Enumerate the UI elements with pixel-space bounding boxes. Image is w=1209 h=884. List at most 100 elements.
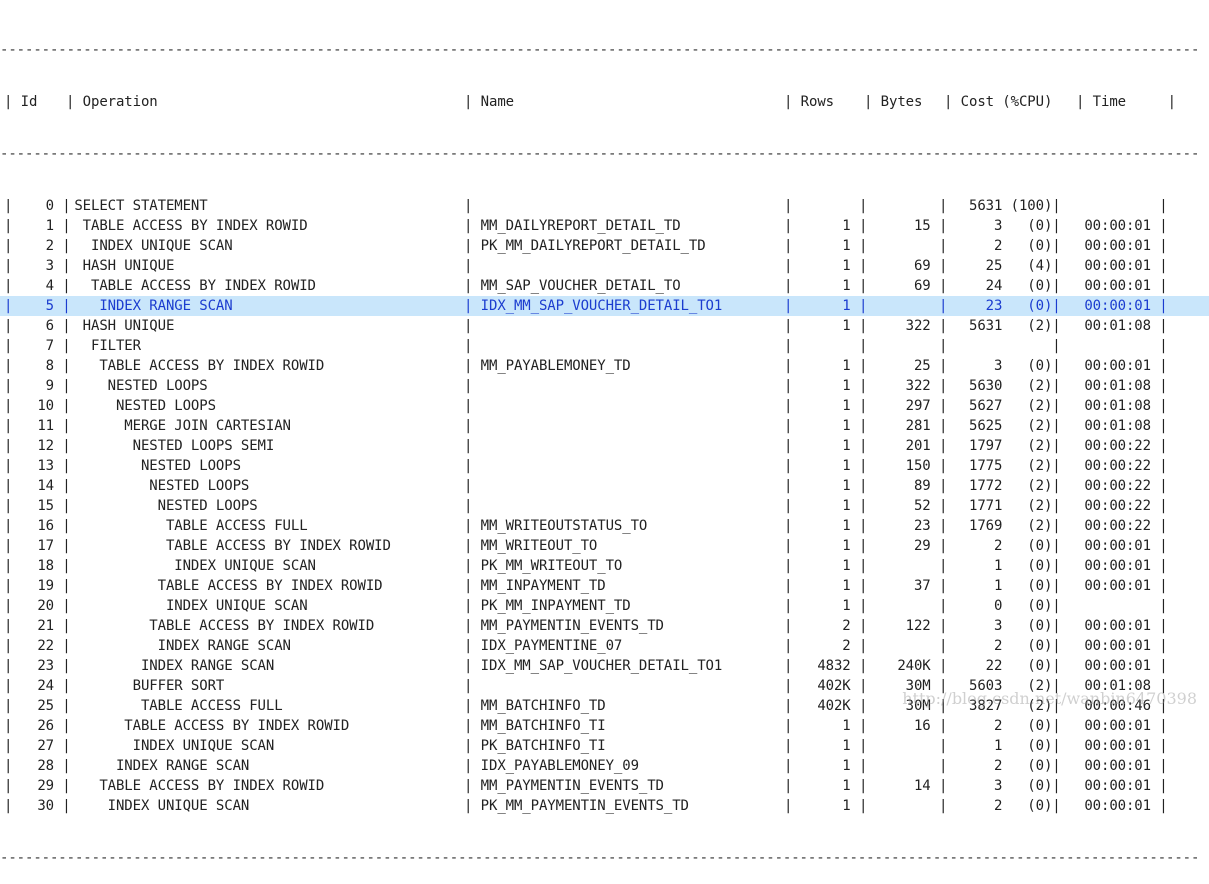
plan-row[interactable]: | 28 | INDEX RANGE SCAN | IDX_PAYABLEMONE… xyxy=(0,756,1209,776)
row-cost: 0 (0)| xyxy=(944,598,1061,614)
row-name: | IDX_MM_SAP_VOUCHER_DETAIL_TO1 xyxy=(464,298,723,314)
row-rows: | 4832 | xyxy=(784,658,868,674)
row-cost: 3 (0)| xyxy=(944,218,1061,234)
row-operation: INDEX RANGE SCAN xyxy=(66,298,233,314)
plan-row[interactable]: | 3 | HASH UNIQUE | | 1 | 69 | 25 (4)| 00… xyxy=(0,256,1209,276)
row-cost: 1 (0)| xyxy=(944,738,1061,754)
row-operation: NESTED LOOPS xyxy=(66,458,241,474)
row-bytes: 15 | xyxy=(864,218,948,234)
plan-row[interactable]: | 11 | MERGE JOIN CARTESIAN | | 1 | 281 |… xyxy=(0,416,1209,436)
plan-row[interactable]: | 2 | INDEX UNIQUE SCAN | PK_MM_DAILYREPO… xyxy=(0,236,1209,256)
row-bytes: 150 | xyxy=(864,458,948,474)
row-id: | 19 | xyxy=(4,578,71,594)
plan-row[interactable]: | 10 | NESTED LOOPS | | 1 | 297 | 5627 (2… xyxy=(0,396,1209,416)
row-operation: MERGE JOIN CARTESIAN xyxy=(66,418,291,434)
plan-row[interactable]: | 16 | TABLE ACCESS FULL | MM_WRITEOUTSTA… xyxy=(0,516,1209,536)
plan-row[interactable]: | 6 | HASH UNIQUE | | 1 | 322 | 5631 (2)|… xyxy=(0,316,1209,336)
top-divider: ----------------------------------------… xyxy=(0,42,1200,58)
row-bytes: | xyxy=(864,238,948,254)
header-time: | Time | xyxy=(1076,94,1176,110)
plan-row[interactable]: | 1 | TABLE ACCESS BY INDEX ROWID | MM_DA… xyxy=(0,216,1209,236)
row-rows: | 1 | xyxy=(784,398,868,414)
plan-row[interactable]: | 9 | NESTED LOOPS | | 1 | 322 | 5630 (2)… xyxy=(0,376,1209,396)
row-id: | 0 | xyxy=(4,198,71,214)
plan-row[interactable]: | 27 | INDEX UNIQUE SCAN | PK_BATCHINFO_T… xyxy=(0,736,1209,756)
row-operation: NESTED LOOPS xyxy=(66,398,216,414)
row-id: | 14 | xyxy=(4,478,71,494)
row-cost: 1 (0)| xyxy=(944,558,1061,574)
row-bytes: 69 | xyxy=(864,258,948,274)
row-time: 00:00:01 | xyxy=(1076,218,1168,234)
row-time: | xyxy=(1076,338,1168,354)
row-name: | xyxy=(464,378,481,394)
row-rows: | 1 | xyxy=(784,738,868,754)
row-cost: 1797 (2)| xyxy=(944,438,1061,454)
row-bytes: 29 | xyxy=(864,538,948,554)
row-time: 00:00:01 | xyxy=(1076,558,1168,574)
row-bytes: 322 | xyxy=(864,378,948,394)
plan-row[interactable]: | 22 | INDEX RANGE SCAN | IDX_PAYMENTINE_… xyxy=(0,636,1209,656)
plan-row[interactable]: | 8 | TABLE ACCESS BY INDEX ROWID | MM_PA… xyxy=(0,356,1209,376)
row-id: | 24 | xyxy=(4,678,71,694)
row-time: 00:00:01 | xyxy=(1076,258,1168,274)
plan-row[interactable]: | 18 | INDEX UNIQUE SCAN | PK_MM_WRITEOUT… xyxy=(0,556,1209,576)
row-cost: 3 (0)| xyxy=(944,618,1061,634)
plan-row[interactable]: | 23 | INDEX RANGE SCAN | IDX_MM_SAP_VOUC… xyxy=(0,656,1209,676)
row-id: | 30 | xyxy=(4,798,71,814)
row-cost: 2 (0)| xyxy=(944,538,1061,554)
plan-row[interactable]: | 7 | FILTER | | | | | | xyxy=(0,336,1209,356)
row-bytes: | xyxy=(864,598,948,614)
row-name: | MM_SAP_VOUCHER_DETAIL_TO xyxy=(464,278,681,294)
row-cost: | xyxy=(944,338,1061,354)
row-time: 00:01:08 | xyxy=(1076,378,1168,394)
row-id: | 18 | xyxy=(4,558,71,574)
row-name: | xyxy=(464,318,481,334)
row-operation: BUFFER SORT xyxy=(66,678,225,694)
row-cost: 25 (4)| xyxy=(944,258,1061,274)
row-cost: 2 (0)| xyxy=(944,798,1061,814)
row-time: 00:00:01 | xyxy=(1076,738,1168,754)
row-cost: 5631 (2)| xyxy=(944,318,1061,334)
row-rows: | 1 | xyxy=(784,298,868,314)
row-cost: 5627 (2)| xyxy=(944,398,1061,414)
row-time: 00:00:01 | xyxy=(1076,618,1168,634)
row-bytes: 322 | xyxy=(864,318,948,334)
row-operation: SELECT STATEMENT xyxy=(66,198,208,214)
row-cost: 1771 (2)| xyxy=(944,498,1061,514)
row-operation: TABLE ACCESS BY INDEX ROWID xyxy=(66,718,350,734)
plan-row[interactable]: | 20 | INDEX UNIQUE SCAN | PK_MM_INPAYMEN… xyxy=(0,596,1209,616)
plan-row[interactable]: | 0 | SELECT STATEMENT | | | | 5631 (100)… xyxy=(0,196,1209,216)
row-bytes: | xyxy=(864,738,948,754)
plan-row[interactable]: | 13 | NESTED LOOPS | | 1 | 150 | 1775 (2… xyxy=(0,456,1209,476)
row-id: | 3 | xyxy=(4,258,71,274)
plan-row[interactable]: | 5 | INDEX RANGE SCAN | IDX_MM_SAP_VOUCH… xyxy=(0,296,1209,316)
row-name: | xyxy=(464,438,481,454)
row-bytes: 122 | xyxy=(864,618,948,634)
row-time: 00:00:01 | xyxy=(1076,538,1168,554)
plan-row[interactable]: | 29 | TABLE ACCESS BY INDEX ROWID | MM_P… xyxy=(0,776,1209,796)
plan-row[interactable]: | 26 | TABLE ACCESS BY INDEX ROWID | MM_B… xyxy=(0,716,1209,736)
plan-row[interactable]: | 4 | TABLE ACCESS BY INDEX ROWID | MM_SA… xyxy=(0,276,1209,296)
plan-row[interactable]: | 12 | NESTED LOOPS SEMI | | 1 | 201 | 17… xyxy=(0,436,1209,456)
plan-row[interactable]: | 30 | INDEX UNIQUE SCAN | PK_MM_PAYMENTI… xyxy=(0,796,1209,816)
row-name: | xyxy=(464,398,481,414)
row-operation: INDEX UNIQUE SCAN xyxy=(66,598,308,614)
row-cost: 23 (0)| xyxy=(944,298,1061,314)
plan-row[interactable]: | 19 | TABLE ACCESS BY INDEX ROWID | MM_I… xyxy=(0,576,1209,596)
row-name: | xyxy=(464,198,481,214)
row-id: | 5 | xyxy=(4,298,71,314)
row-time: 00:00:22 | xyxy=(1076,438,1168,454)
plan-row[interactable]: | 21 | TABLE ACCESS BY INDEX ROWID | MM_P… xyxy=(0,616,1209,636)
row-time: 00:00:22 | xyxy=(1076,478,1168,494)
plan-row[interactable]: | 14 | NESTED LOOPS | | 1 | 89 | 1772 (2)… xyxy=(0,476,1209,496)
row-operation: TABLE ACCESS BY INDEX ROWID xyxy=(66,358,325,374)
plan-row[interactable]: | 15 | NESTED LOOPS | | 1 | 52 | 1771 (2)… xyxy=(0,496,1209,516)
row-id: | 23 | xyxy=(4,658,71,674)
row-bytes: 281 | xyxy=(864,418,948,434)
row-bytes: 23 | xyxy=(864,518,948,534)
row-operation: NESTED LOOPS SEMI xyxy=(66,438,275,454)
plan-row[interactable]: | 17 | TABLE ACCESS BY INDEX ROWID | MM_W… xyxy=(0,536,1209,556)
row-cost: 5631 (100)| xyxy=(944,198,1061,214)
row-name: | IDX_PAYABLEMONEY_09 xyxy=(464,758,639,774)
header-name: | Name xyxy=(464,94,514,110)
